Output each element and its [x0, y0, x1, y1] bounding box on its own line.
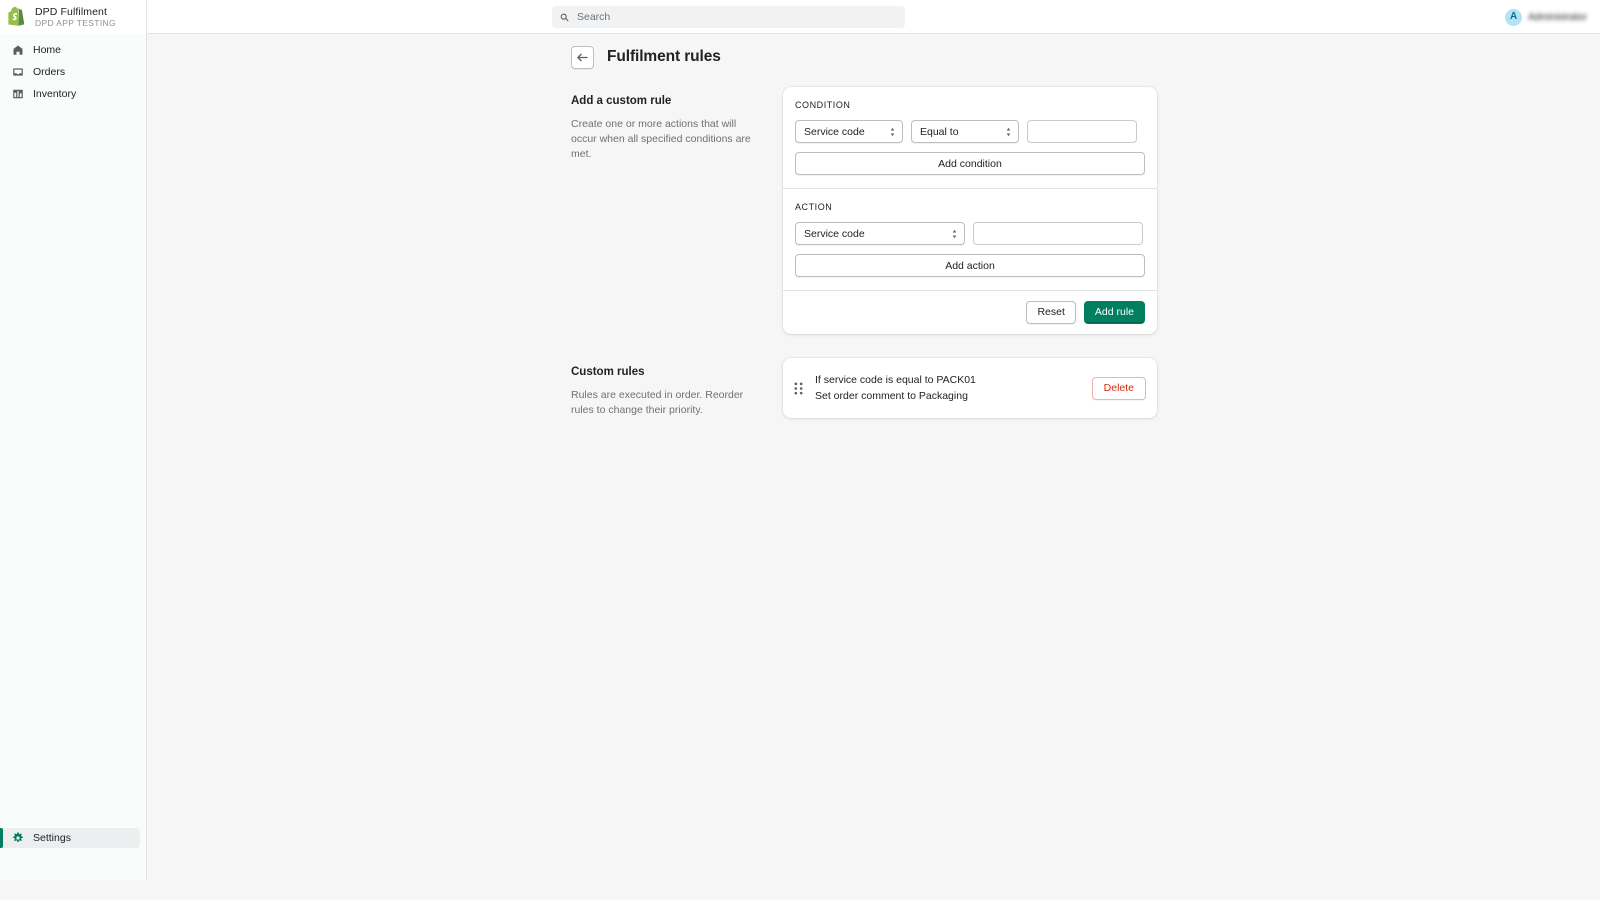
sidebar-item-label: Inventory [33, 88, 77, 100]
orders-icon [13, 68, 23, 76]
sidebar-item-label: Orders [33, 66, 66, 78]
add-action-button[interactable]: Add action [795, 254, 1145, 277]
action-value-input[interactable] [973, 222, 1143, 245]
sidebar-item-home[interactable]: Home [6, 40, 140, 60]
add-rule-aside: Add a custom rule Create one or more act… [571, 87, 783, 334]
account-menu[interactable]: A Administrator [1500, 4, 1592, 30]
app-title: DPD Fulfilment [35, 5, 107, 18]
condition-operator-select[interactable]: Equal to [911, 120, 1019, 143]
add-rule-footer: Reset Add rule [783, 290, 1157, 334]
add-rule-card: CONDITION Service code Equal to Add cond… [783, 87, 1157, 334]
chevron-updown-icon [890, 127, 895, 136]
condition-row: Service code Equal to [795, 120, 1145, 143]
add-rule-section: Add a custom rule Create one or more act… [571, 87, 1600, 334]
add-rule-description: Create one or more actions that will occ… [571, 118, 751, 161]
page-title: Fulfilment rules [607, 48, 721, 65]
shopify-bag-icon [8, 6, 25, 26]
action-label: ACTION [795, 202, 833, 212]
condition-field-select[interactable]: Service code [795, 120, 903, 143]
sidebar-item-label: Settings [33, 832, 71, 844]
action-field-value: Service code [804, 227, 865, 240]
sidebar-item-inventory[interactable]: Inventory [6, 84, 140, 104]
sidebar-item-settings[interactable]: Settings [0, 828, 140, 848]
condition-value-input[interactable] [1027, 120, 1137, 143]
add-rule-button[interactable]: Add rule [1083, 301, 1145, 324]
sidebar-bottom: Settings [0, 828, 147, 850]
action-field-select[interactable]: Service code [795, 222, 965, 245]
back-button[interactable] [571, 45, 594, 69]
rule-text: If service code is equal to PACK01 Set o… [815, 372, 1092, 405]
inventory-icon [13, 89, 23, 99]
search-box[interactable] [552, 6, 905, 28]
custom-rule-row: If service code is equal to PACK01 Set o… [783, 358, 1157, 419]
rule-condition-text: If service code is equal to PACK01 [815, 373, 976, 386]
sidebar: Home Orders Inventory Settings [0, 34, 147, 880]
page-header: Fulfilment rules [571, 44, 1600, 70]
main-content: Fulfilment rules Add a custom rule Creat… [147, 34, 1600, 900]
rule-action-text: Set order comment to Packaging [815, 390, 968, 403]
chevron-updown-icon [1006, 127, 1011, 136]
custom-rules-section: Custom rules Rules are executed in order… [571, 358, 1600, 419]
sidebar-nav: Home Orders Inventory [0, 34, 146, 104]
chevron-updown-icon [952, 229, 957, 238]
home-icon [13, 45, 23, 55]
custom-rules-aside: Custom rules Rules are executed in order… [571, 358, 783, 418]
action-row: Service code [795, 222, 1145, 245]
custom-rules-heading: Custom rules [571, 366, 645, 378]
gear-icon [13, 832, 23, 843]
condition-label: CONDITION [795, 100, 851, 110]
search-wrapper [552, 6, 905, 28]
action-block: ACTION Service code Add action [783, 188, 1157, 290]
top-bar: DPD Fulfilment DPD APP TESTING A Adminis… [0, 0, 1600, 34]
search-input[interactable] [577, 11, 877, 23]
add-rule-heading: Add a custom rule [571, 95, 672, 107]
condition-field-value: Service code [804, 125, 865, 138]
app-brand[interactable]: DPD Fulfilment DPD APP TESTING [0, 0, 147, 34]
sidebar-item-label: Home [33, 44, 62, 56]
custom-rules-description: Rules are executed in order. Reorder rul… [571, 389, 744, 417]
account-name: Administrator [1528, 11, 1587, 23]
reset-button[interactable]: Reset [1026, 301, 1076, 324]
add-condition-button[interactable]: Add condition [795, 152, 1145, 175]
drag-handle-icon[interactable] [794, 382, 803, 395]
condition-block: CONDITION Service code Equal to Add cond… [783, 87, 1157, 188]
avatar: A [1505, 8, 1523, 26]
sidebar-item-orders[interactable]: Orders [6, 62, 140, 82]
app-subtitle: DPD APP TESTING [35, 17, 116, 28]
arrow-left-icon [577, 53, 588, 61]
search-icon [560, 13, 569, 21]
delete-rule-button[interactable]: Delete [1091, 376, 1146, 400]
condition-operator-value: Equal to [920, 125, 959, 138]
